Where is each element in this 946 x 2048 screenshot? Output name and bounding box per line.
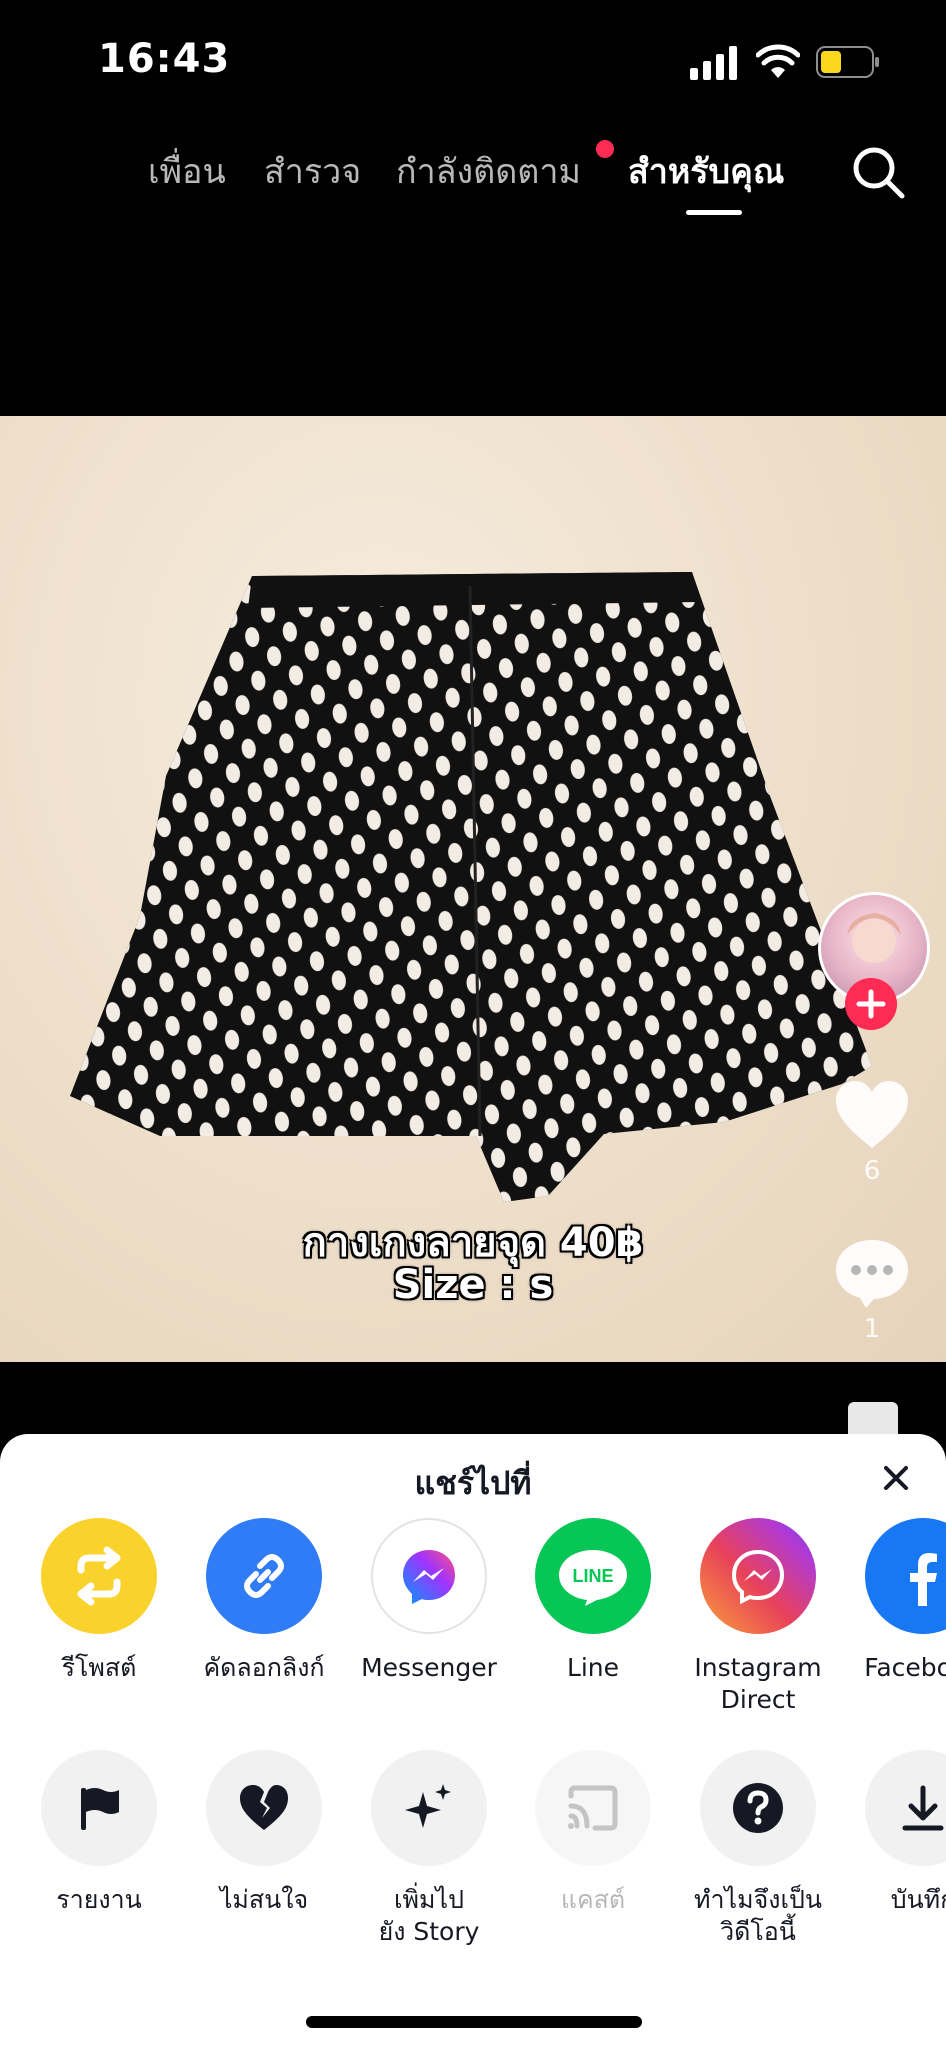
link-icon <box>206 1518 322 1634</box>
report-button[interactable]: รายงาน <box>17 1750 181 1916</box>
share-line-button[interactable]: LINE Line <box>511 1518 675 1684</box>
add-to-story-label: เพิ่มไป ยัง Story <box>378 1885 480 1946</box>
cellular-signal-icon <box>690 46 737 80</box>
share-repost-label: รีโพสต์ <box>61 1653 137 1682</box>
share-sheet-title: แชร์ไปที่ <box>414 1464 532 1502</box>
tab-following[interactable]: กำลังติดตาม <box>396 144 581 198</box>
tab-explore[interactable]: สำรวจ <box>264 144 361 198</box>
status-bar: 16:43 <box>0 0 946 120</box>
cast-label: แคสต์ <box>560 1885 626 1914</box>
heart-icon[interactable] <box>834 1080 910 1150</box>
line-icon: LINE <box>535 1518 651 1634</box>
tab-friends[interactable]: เพื่อน <box>148 144 226 198</box>
share-messenger-button[interactable]: Messenger <box>347 1518 511 1684</box>
follow-plus-icon[interactable] <box>845 978 897 1030</box>
share-sheet: แชร์ไปที่ รีโพสต์ คัดลอกลิงก์ Messenger … <box>0 1434 946 2048</box>
messenger-icon <box>371 1518 487 1634</box>
share-copy-link-label: คัดลอกลิงก์ <box>203 1653 325 1682</box>
close-icon[interactable] <box>876 1458 916 1498</box>
download-icon <box>865 1750 946 1866</box>
cast-icon <box>535 1750 651 1866</box>
report-label: รายงาน <box>56 1885 142 1914</box>
home-indicator <box>306 2016 642 2028</box>
share-instagram-direct-label: Instagram Direct <box>694 1653 822 1714</box>
repost-icon <box>41 1518 157 1634</box>
status-time: 16:43 <box>98 36 231 82</box>
wifi-icon <box>756 44 800 78</box>
video-caption-size: Size : s <box>392 1262 554 1308</box>
share-copy-link-button[interactable]: คัดลอกลิงก์ <box>182 1518 346 1684</box>
video-player[interactable]: กางเกงลายจุด 40฿ Size : s <box>0 416 946 1362</box>
not-interested-label: ไม่สนใจ <box>219 1885 309 1914</box>
cast-button: แคสต์ <box>511 1750 675 1916</box>
sparkle-icon <box>371 1750 487 1866</box>
share-facebook-button[interactable]: Facebook <box>841 1518 946 1684</box>
notification-dot <box>596 140 614 158</box>
comment-bubble-icon[interactable] <box>834 1238 910 1310</box>
not-interested-button[interactable]: ไม่สนใจ <box>182 1750 346 1916</box>
share-messenger-label: Messenger <box>361 1653 497 1682</box>
share-line-label: Line <box>566 1653 620 1682</box>
share-repost-button[interactable]: รีโพสต์ <box>17 1518 181 1684</box>
why-this-video-button[interactable]: ทำไมจึงเป็น วิดีโอนี้ <box>676 1750 840 1948</box>
share-instagram-direct-button[interactable]: Instagram Direct <box>676 1518 840 1716</box>
flag-icon <box>41 1750 157 1866</box>
top-nav: เพื่อน สำรวจ กำลังติดตาม สำหรับคุณ <box>0 130 946 220</box>
add-to-story-button[interactable]: เพิ่มไป ยัง Story <box>347 1750 511 1948</box>
save-video-button[interactable]: บันทึก <box>841 1750 946 1916</box>
battery-icon <box>816 46 879 78</box>
tab-for-you[interactable]: สำหรับคุณ <box>628 144 784 198</box>
why-this-video-label: ทำไมจึงเป็น วิดีโอนี้ <box>694 1885 822 1946</box>
share-facebook-label: Facebook <box>864 1653 946 1682</box>
question-icon <box>700 1750 816 1866</box>
search-icon[interactable] <box>848 142 908 202</box>
share-targets-row: รีโพสต์ คัดลอกลิงก์ Messenger LINE Line … <box>0 1518 946 1718</box>
like-count: 6 <box>863 1156 881 1186</box>
broken-heart-icon <box>206 1750 322 1866</box>
facebook-icon <box>865 1518 946 1634</box>
active-tab-indicator <box>686 210 742 215</box>
instagram-direct-icon <box>700 1518 816 1634</box>
more-actions-row: รายงาน ไม่สนใจ เพิ่มไป ยัง Story แคสต์ ท… <box>0 1750 946 1950</box>
svg-text:LINE: LINE <box>572 1566 613 1586</box>
comment-count: 1 <box>863 1314 881 1344</box>
save-video-label: บันทึก <box>890 1885 946 1914</box>
